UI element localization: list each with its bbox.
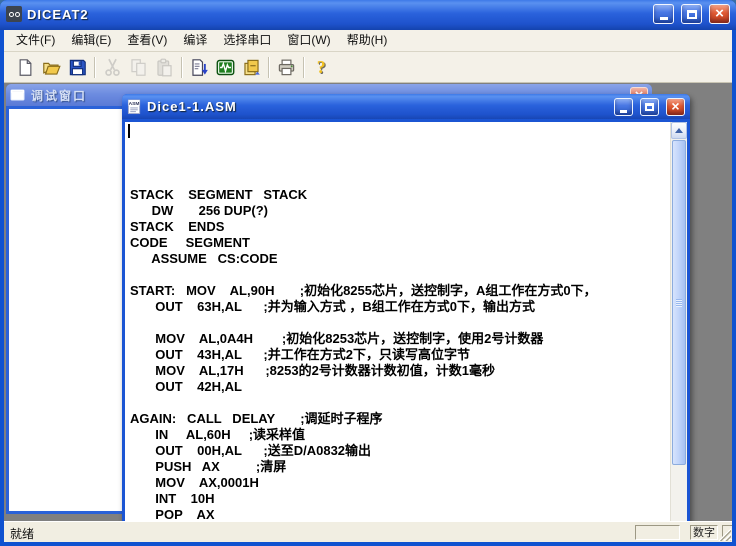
toolbar-icon [312,58,331,77]
toolbar-icon [68,58,87,77]
menu-item-compile[interactable]: 编译 [175,30,215,51]
code-line: POP AX [130,507,670,521]
toolbar-item-copy[interactable] [125,55,151,80]
code-line: OUT 43H,AL ;并工作在方式2下，只读写高位字节 [130,347,670,363]
minimize-icon [620,110,627,113]
application-window: DICEAT2 × 文件(F)编辑(E)查看(V)编译选择串口窗口(W)帮助(H… [0,0,736,546]
code-editor[interactable]: STACK SEGMENT STACK DW 256 DUP(?)STACK E… [125,122,670,521]
mdi-client-area: 调试窗口 × Dice1-1.ASM × STACK SEGMENT STACK… [4,83,732,521]
toolbar-item-sep [90,55,99,80]
toolbar-icon [16,58,35,77]
toolbar-icon [129,58,148,77]
toolbar-item-paste[interactable] [151,55,177,80]
window-icon [10,87,26,103]
asm-file-icon [127,99,142,115]
code-line: MOV AL,17H ;8253的2号计数器计数初值，计数1毫秒 [130,363,670,379]
app-icon [6,6,22,22]
close-icon: × [671,99,679,113]
toolbar-item-save-file[interactable] [64,55,90,80]
vertical-scrollbar[interactable] [670,122,687,521]
code-line: DW 256 DUP(?) [130,203,670,219]
code-line: AGAIN: CALL DELAY ;调延时子程序 [130,411,670,427]
toolbar-item-sep [177,55,186,80]
code-line [130,315,670,331]
code-line: OUT 42H,AL [130,379,670,395]
code-line: OUT 63H,AL ;并为输入方式 ，B组工作在方式0下，输出方式 [130,299,670,315]
status-bar: 就绪 数字 [4,521,732,542]
code-line: IN AL,60H ;读采样值 [130,427,670,443]
toolbar-item-help[interactable] [308,55,334,80]
toolbar-icon [277,58,296,77]
asm-window-client: STACK SEGMENT STACK DW 256 DUP(?)STACK E… [125,122,687,521]
toolbar-item-sep [264,55,273,80]
asm-window-titlebar[interactable]: Dice1-1.ASM × [122,94,690,119]
maximize-button[interactable] [681,4,702,24]
code-line [130,395,670,411]
toolbar-icon [103,58,122,77]
toolbar-icon [242,58,261,77]
scroll-up-button[interactable] [671,122,687,139]
toolbar-item-cut[interactable] [99,55,125,80]
code-line: INT 10H [130,491,670,507]
maximize-icon [687,10,697,19]
maximize-icon [645,103,654,111]
close-icon: × [715,6,724,21]
debug-window-title: 调试窗口 [31,87,87,104]
toolbar-icon [42,58,61,77]
toolbar-item-sep [299,55,308,80]
menu-item-serial-port[interactable]: 选择串口 [215,30,279,51]
toolbar [4,52,732,83]
code-line: MOV AL,0A4H ;初始化8253芯片，送控制字，使用2号计数器 [130,331,670,347]
close-button[interactable]: × [709,4,730,24]
code-line: START: MOV AL,90H ;初始化8255芯片，送控制字，A组工作在方… [130,283,670,299]
menu-item-view[interactable]: 查看(V) [119,30,175,51]
code-line: PUSH AX ;清屏 [130,459,670,475]
asm-window-title: Dice1-1.ASM [147,99,607,114]
scrollbar-thumb[interactable] [672,140,686,465]
code-line: CODE SEGMENT [130,235,670,251]
menu-item-file[interactable]: 文件(F) [8,30,63,51]
asm-minimize-button[interactable] [614,98,633,116]
status-pane-caps [635,525,680,540]
toolbar-item-debug-scope[interactable] [212,55,238,80]
menu-item-edit[interactable]: 编辑(E) [63,30,119,51]
asm-close-button[interactable]: × [666,98,685,116]
asm-editor-window: Dice1-1.ASM × STACK SEGMENT STACK DW 256… [122,94,690,521]
toolbar-item-print[interactable] [273,55,299,80]
menu-bar: 文件(F)编辑(E)查看(V)编译选择串口窗口(W)帮助(H) [4,30,732,52]
toolbar-item-download[interactable] [238,55,264,80]
toolbar-icon [155,58,174,77]
toolbar-icon [216,58,235,77]
main-titlebar[interactable]: DICEAT2 × [0,0,736,30]
minimize-button[interactable] [653,4,674,24]
minimize-icon [660,17,668,20]
code-line: MOV AX,0001H [130,475,670,491]
toolbar-icon [190,58,209,77]
status-message: 就绪 [10,525,34,542]
toolbar-item-new-file[interactable] [12,55,38,80]
menu-item-window[interactable]: 窗口(W) [279,30,338,51]
status-pane-num: 数字 [690,525,718,540]
code-line: ASSUME CS:CODE [130,251,670,267]
app-title: DICEAT2 [27,7,646,22]
menu-item-help[interactable]: 帮助(H) [339,30,396,51]
code-line: STACK ENDS [130,219,670,235]
text-caret [128,124,130,138]
code-line [130,267,670,283]
code-line: STACK SEGMENT STACK [130,187,670,203]
toolbar-item-assemble[interactable] [186,55,212,80]
asm-maximize-button[interactable] [640,98,659,116]
resize-grip[interactable] [718,528,731,541]
code-line: OUT 00H,AL ;送至D/A0832输出 [130,443,670,459]
toolbar-item-open-file[interactable] [38,55,64,80]
